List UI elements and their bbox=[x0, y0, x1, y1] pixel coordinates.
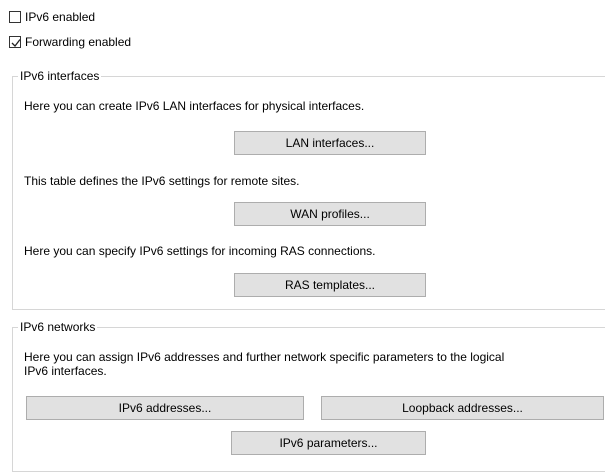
ras-templates-description: Here you can specify IPv6 settings for i… bbox=[24, 244, 376, 258]
ras-templates-button[interactable]: RAS templates... bbox=[234, 273, 426, 297]
ipv6-enabled-checkbox-row[interactable]: IPv6 enabled bbox=[9, 9, 95, 25]
ipv6-enabled-label: IPv6 enabled bbox=[25, 10, 96, 24]
ipv6-networks-description-line1: Here you can assign IPv6 addresses and f… bbox=[24, 350, 505, 364]
wan-profiles-button[interactable]: WAN profiles... bbox=[234, 202, 426, 226]
ipv6-networks-description-line2: IPv6 interfaces. bbox=[24, 364, 107, 378]
forwarding-enabled-checkbox-row[interactable]: Forwarding enabled bbox=[9, 34, 131, 50]
ipv6-networks-title: IPv6 networks bbox=[18, 320, 98, 334]
forwarding-enabled-checkbox[interactable] bbox=[9, 36, 21, 48]
lan-interfaces-button[interactable]: LAN interfaces... bbox=[234, 131, 426, 155]
wan-profiles-description: This table defines the IPv6 settings for… bbox=[24, 174, 300, 188]
forwarding-enabled-label: Forwarding enabled bbox=[25, 35, 132, 49]
ipv6-parameters-button[interactable]: IPv6 parameters... bbox=[231, 431, 426, 455]
loopback-addresses-button[interactable]: Loopback addresses... bbox=[321, 396, 604, 420]
checkmark-icon bbox=[11, 39, 21, 47]
lan-interfaces-description: Here you can create IPv6 LAN interfaces … bbox=[24, 99, 365, 113]
ipv6-interfaces-title: IPv6 interfaces bbox=[18, 69, 102, 83]
ipv6-enabled-checkbox[interactable] bbox=[9, 11, 21, 23]
ipv6-addresses-button[interactable]: IPv6 addresses... bbox=[26, 396, 304, 420]
